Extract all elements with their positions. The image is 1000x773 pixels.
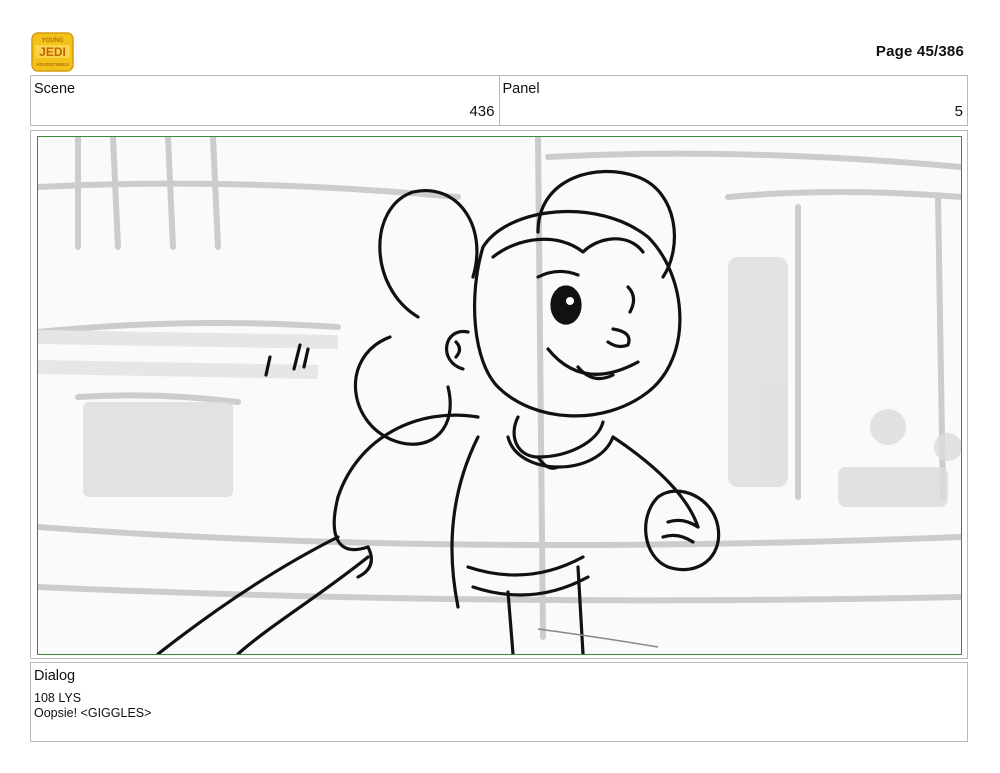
storyboard-sketch (37, 136, 962, 655)
dialog-speech-line: Oopsie! <GIGGLES> (34, 706, 152, 720)
scene-label: Scene (34, 81, 76, 97)
panel-label: Panel (502, 81, 540, 97)
dialog-character-line: 108 LYS (34, 691, 82, 705)
svg-text:JEDI: JEDI (39, 45, 66, 59)
dialog-text: 108 LYS Oopsie! <GIGGLES> (34, 691, 151, 721)
scene-number: 436 (469, 103, 495, 120)
scene-cell: Scene 436 (31, 76, 499, 125)
storyboard-panel-frame (30, 130, 968, 659)
panel-number: 5 (954, 103, 963, 120)
scene-panel-info: Scene 436 Panel 5 (30, 75, 968, 126)
dialog-label: Dialog (34, 668, 76, 684)
svg-text:ADVENTURES: ADVENTURES (36, 62, 70, 68)
dialog-box: Dialog 108 LYS Oopsie! <GIGGLES> (30, 662, 968, 742)
svg-text:YOUNG: YOUNG (41, 38, 63, 44)
panel-cell: Panel 5 (498, 76, 968, 125)
show-logo: YOUNG JEDI ADVENTURES (31, 31, 74, 73)
page-number: Page 45/386 (875, 43, 964, 60)
